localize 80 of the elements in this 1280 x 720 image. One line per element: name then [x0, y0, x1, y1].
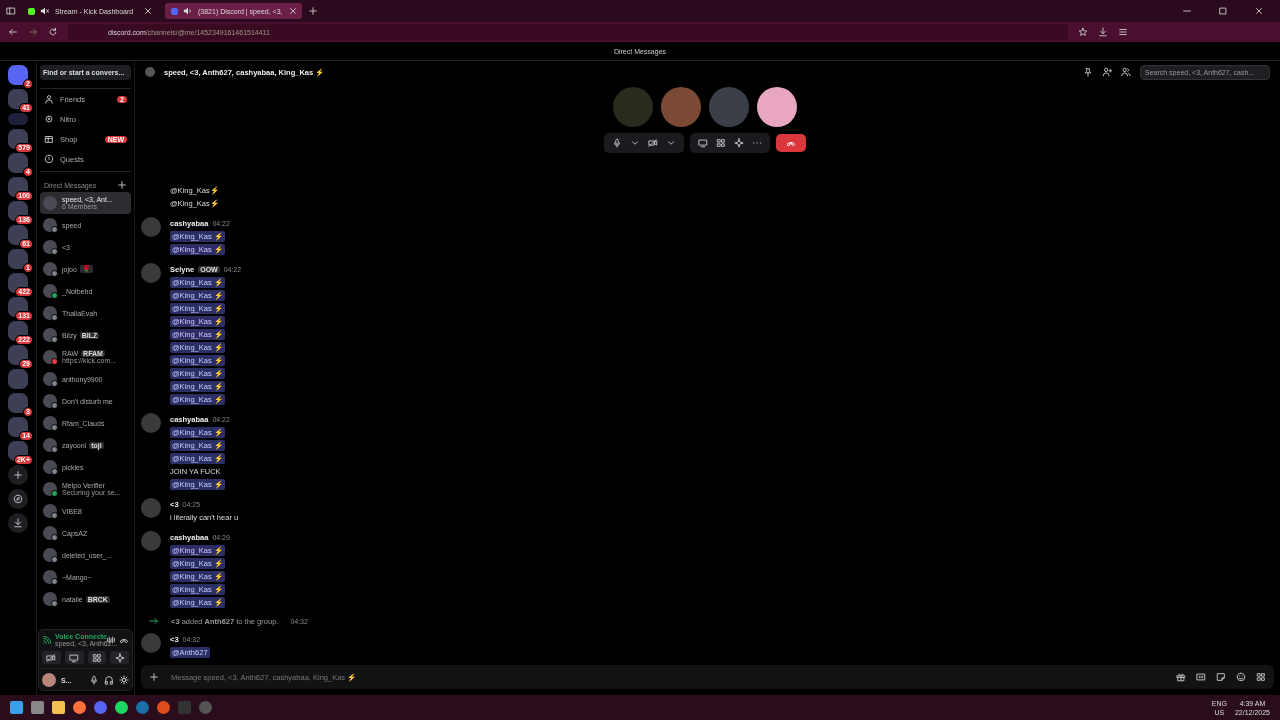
server-icon[interactable]: [8, 273, 28, 293]
hang-up-button[interactable]: [776, 134, 806, 152]
screen-share-icon[interactable]: [698, 138, 708, 148]
gif-icon[interactable]: [1196, 672, 1206, 682]
headphones-icon[interactable]: [104, 675, 114, 685]
avatar[interactable]: [42, 673, 56, 687]
chat-app-icon[interactable]: [94, 701, 107, 714]
signal-icon: [42, 635, 52, 645]
discover-icon: [13, 494, 23, 504]
start-button[interactable]: [10, 701, 23, 714]
gift-icon[interactable]: [1176, 672, 1186, 682]
apps-icon[interactable]: [1256, 672, 1266, 682]
server-icon[interactable]: [8, 225, 28, 245]
person-icon: [44, 94, 54, 104]
camera-off-icon: [46, 652, 57, 663]
tab-list-icon[interactable]: [6, 6, 16, 16]
add-person-icon[interactable]: [1102, 67, 1112, 77]
server-icon[interactable]: [8, 201, 28, 221]
add-icon[interactable]: [117, 180, 127, 190]
muted-speaker-icon[interactable]: [40, 6, 50, 16]
add-icon: [13, 470, 23, 480]
screen-icon: [69, 652, 80, 663]
apps-icon[interactable]: [716, 138, 726, 148]
sparkle-icon: [114, 652, 125, 663]
folder-icon[interactable]: [52, 701, 65, 714]
speaker-icon[interactable]: [183, 6, 193, 16]
maximize-icon[interactable]: [1218, 6, 1228, 16]
browser-icon[interactable]: [73, 701, 86, 714]
server-icon[interactable]: [8, 417, 28, 437]
pin-icon[interactable]: [1083, 67, 1093, 77]
app-icon[interactable]: [199, 701, 212, 714]
server-icon[interactable]: [8, 177, 28, 197]
home-button[interactable]: [8, 65, 28, 85]
avatar: [43, 196, 57, 210]
server-icon[interactable]: [8, 321, 28, 341]
close-icon[interactable]: [287, 6, 298, 16]
screen-share-button[interactable]: [64, 651, 84, 664]
attach-icon[interactable]: [149, 672, 159, 682]
site-icon: [171, 7, 178, 15]
microphone-icon[interactable]: [612, 138, 622, 148]
participant-avatar[interactable]: [757, 87, 797, 127]
music-app-icon[interactable]: [115, 701, 128, 714]
members-icon[interactable]: [1121, 67, 1131, 77]
server-icon[interactable]: [8, 297, 28, 317]
activities-button[interactable]: [87, 651, 107, 664]
emoji-icon[interactable]: [1236, 672, 1246, 682]
arrow-icon: [149, 616, 159, 626]
discover-button[interactable]: [8, 489, 28, 509]
server-icon[interactable]: [8, 441, 28, 461]
bookmark-star-icon[interactable]: [1078, 27, 1088, 37]
sticker-icon[interactable]: [1216, 672, 1226, 682]
caret-icon[interactable]: [630, 138, 640, 148]
close-icon[interactable]: [143, 6, 153, 16]
caret-icon[interactable]: [666, 138, 676, 148]
settings-icon[interactable]: [119, 675, 129, 685]
microphone-icon[interactable]: [89, 675, 99, 685]
new-tab-icon[interactable]: [308, 6, 318, 16]
camera-off-button[interactable]: [42, 651, 61, 664]
camera-off-icon[interactable]: [648, 138, 658, 148]
nitro-icon: [44, 114, 54, 124]
game-app-icon[interactable]: [157, 701, 170, 714]
game-launcher-icon[interactable]: [136, 701, 149, 714]
shop-icon: [44, 134, 54, 144]
close-icon[interactable]: [1254, 6, 1264, 16]
download-button[interactable]: [8, 513, 28, 533]
reload-icon[interactable]: [48, 27, 58, 37]
soundboard-button[interactable]: [110, 651, 129, 664]
server-icon[interactable]: [8, 129, 28, 149]
server-icon[interactable]: [8, 89, 28, 109]
download-icon[interactable]: [1098, 27, 1108, 37]
sparkle-icon[interactable]: [734, 138, 744, 148]
group-avatar: [145, 67, 155, 77]
menu-icon[interactable]: [1118, 27, 1128, 37]
quests-icon: [44, 154, 54, 164]
site-icon: [28, 7, 35, 15]
add-server-button[interactable]: [8, 465, 28, 485]
server-icon[interactable]: [8, 345, 28, 365]
apps-icon: [91, 652, 102, 663]
download-icon: [13, 518, 23, 528]
back-icon[interactable]: [8, 27, 18, 37]
